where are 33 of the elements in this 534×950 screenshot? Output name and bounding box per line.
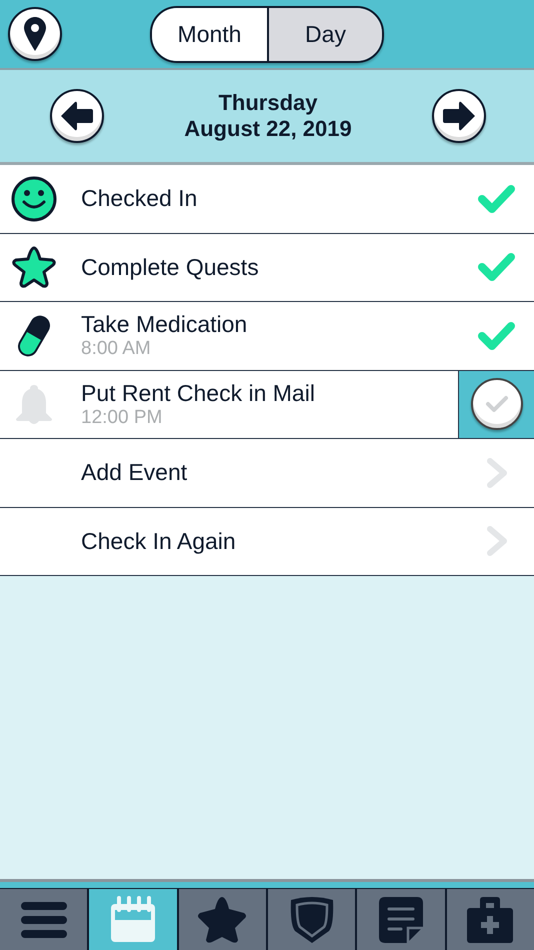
menu-icon	[20, 900, 67, 940]
weekday-label: Thursday	[218, 90, 318, 116]
event-time: 12:00 PM	[81, 406, 164, 429]
event-title: Checked In	[81, 185, 198, 212]
tab-bar-item[interactable]	[178, 889, 266, 950]
chevron-right-icon	[486, 525, 508, 558]
event-title: Take Medication	[81, 311, 248, 338]
medical-kit-icon	[466, 896, 514, 944]
date-label: August 22, 2019	[184, 116, 352, 142]
star-icon	[11, 245, 57, 290]
tab-bar-item[interactable]	[446, 889, 534, 950]
complete-button[interactable]	[470, 378, 522, 430]
tab-bar-item[interactable]	[89, 889, 177, 950]
event-title: Complete Quests	[81, 254, 260, 281]
location-button[interactable]	[8, 7, 62, 61]
chevron-right-icon	[486, 456, 508, 489]
view-tab[interactable]: Day	[267, 8, 382, 60]
calendar-icon	[108, 896, 157, 944]
location-pin-icon	[24, 17, 46, 51]
note-icon	[376, 894, 425, 944]
star-icon	[196, 894, 248, 944]
tab-bar-item[interactable]	[357, 889, 445, 950]
event-time: 8:00 AM	[81, 338, 152, 360]
previous-day-button[interactable]	[50, 89, 104, 143]
event-title: Put Rent Check in Mail	[81, 380, 316, 407]
checkmark-icon	[484, 394, 508, 414]
right-arrow-icon	[442, 101, 475, 131]
left-arrow-icon	[61, 101, 93, 131]
smiley-icon	[11, 176, 57, 222]
tab-bar-item[interactable]	[268, 889, 356, 950]
next-day-button[interactable]	[432, 89, 486, 143]
tab-bar-item[interactable]	[0, 889, 88, 950]
view-tab[interactable]: Month	[152, 8, 267, 60]
